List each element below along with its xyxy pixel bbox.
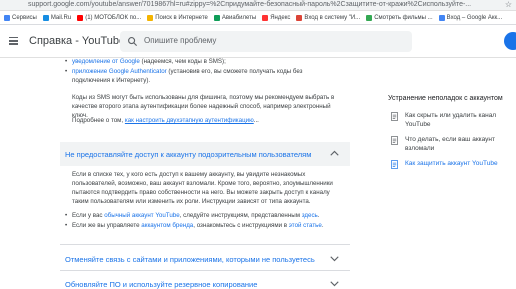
accordion-body: Если в списке тех, у кого есть доступ к … <box>72 171 333 205</box>
link[interactable]: аккаунтом бренда <box>141 222 193 229</box>
bookmark-label: Смотреть фильмы ... <box>374 14 433 21</box>
side-panel-title: Устранение неполадок с аккаунтом <box>388 95 503 102</box>
star-icon[interactable]: ☆ <box>505 0 512 10</box>
side-item-active[interactable]: Как защитить аккаунт YouTube <box>388 159 516 169</box>
menu-icon[interactable] <box>9 37 18 45</box>
side-item[interactable]: Как скрыть или удалить канал YouTube <box>388 111 516 129</box>
url-text[interactable]: support.google.com/youtube/answer/701986… <box>28 0 478 10</box>
bookmark-item[interactable]: Яндекс <box>262 14 291 21</box>
link[interactable]: как настроить двухэтапную аутентификацию <box>125 117 254 124</box>
bookmarks-bar: Сервисы Mail.Ru (1) МОТОБЛОК по... Поиск в … <box>0 11 516 25</box>
bookmark-icon <box>262 14 269 21</box>
bookmark-icon <box>4 14 10 21</box>
link[interactable]: уведомление от Google <box>72 58 140 65</box>
bookmark-item[interactable]: Вход – Google Акк... <box>438 14 503 21</box>
bookmark-icon <box>366 14 373 21</box>
bookmark-icon <box>438 14 445 21</box>
page-title[interactable]: Справка - YouTube <box>29 35 125 47</box>
list-item: Если же вы управляете аккаунтом бренда, … <box>65 221 342 230</box>
chevron-down-icon[interactable] <box>330 256 339 262</box>
bookmark-label: Вход в систему "И... <box>304 14 361 21</box>
bookmark-icon <box>213 14 220 21</box>
bookmark-label: Поиск в Интернете <box>155 14 208 21</box>
avatar[interactable] <box>504 32 516 50</box>
list-item: приложение Google Authenticator (установ… <box>65 67 342 85</box>
accordion-header-suspicious-users[interactable]: Не предоставляйте доступ к аккаунту подо… <box>60 142 350 166</box>
search-placeholder[interactable]: Опишите проблему <box>144 36 216 45</box>
link[interactable]: приложение Google Authenticator <box>72 68 167 75</box>
bookmark-icon <box>77 14 84 21</box>
bookmark-label: (1) МОТОБЛОК по... <box>85 14 142 21</box>
link[interactable]: здесь <box>302 212 318 219</box>
list-item: уведомление от Google (надеемся, чем код… <box>65 58 342 66</box>
page-header: Справка - YouTube Опишите проблему <box>0 25 516 58</box>
accordion-title[interactable]: Обновляйте ПО и используйте резервное ко… <box>65 280 257 289</box>
bookmark-item[interactable]: Сервисы <box>4 14 37 21</box>
list-item: Если у вас обычный аккаунт YouTube, след… <box>65 211 342 220</box>
side-item[interactable]: Что делать, если ваш аккаунт взломали <box>388 135 516 153</box>
bookmark-label: Авиабилеты <box>221 14 257 21</box>
chevron-up-icon[interactable] <box>330 150 339 156</box>
link[interactable]: этой статье <box>289 222 322 229</box>
document-icon <box>391 136 398 145</box>
accordion-title[interactable]: Не предоставляйте доступ к аккаунту подо… <box>65 150 311 159</box>
bookmark-icon <box>147 14 154 21</box>
search-box[interactable]: Опишите проблему <box>120 31 412 52</box>
bookmark-item[interactable]: Вход в систему "И... <box>296 14 361 21</box>
bookmark-icon <box>296 14 303 21</box>
accordion-title[interactable]: Отменяйте связь с сайтами и приложениями… <box>65 255 315 264</box>
search-icon <box>128 37 138 47</box>
chevron-down-icon[interactable] <box>330 281 339 287</box>
bookmark-item[interactable]: Смотреть фильмы ... <box>366 14 433 21</box>
bookmark-label: Вход – Google Акк... <box>446 14 503 21</box>
bookmark-item[interactable]: Mail.Ru <box>42 14 72 21</box>
bookmark-label: Сервисы <box>12 14 37 21</box>
document-icon <box>391 112 398 121</box>
article-content: уведомление от Google (надеемся, чем код… <box>60 58 350 289</box>
bookmark-item[interactable]: Авиабилеты <box>213 14 257 21</box>
divider <box>60 270 350 271</box>
address-bar[interactable]: support.google.com/youtube/answer/701986… <box>0 0 516 11</box>
bookmark-item[interactable]: Поиск в Интернете <box>147 14 208 21</box>
side-panel: Устранение неполадок с аккаунтом Как скр… <box>388 95 516 174</box>
bookmark-label: Mail.Ru <box>50 14 72 21</box>
link[interactable]: обычный аккаунт YouTube <box>104 212 179 219</box>
document-icon <box>391 160 398 169</box>
divider <box>60 244 350 245</box>
paragraph: Подробнее о том, как настроить двухэтапн… <box>72 117 259 124</box>
bookmark-icon <box>42 14 49 21</box>
bookmark-item[interactable]: (1) МОТОБЛОК по... <box>77 14 142 21</box>
bookmark-label: Яндекс <box>270 14 291 21</box>
